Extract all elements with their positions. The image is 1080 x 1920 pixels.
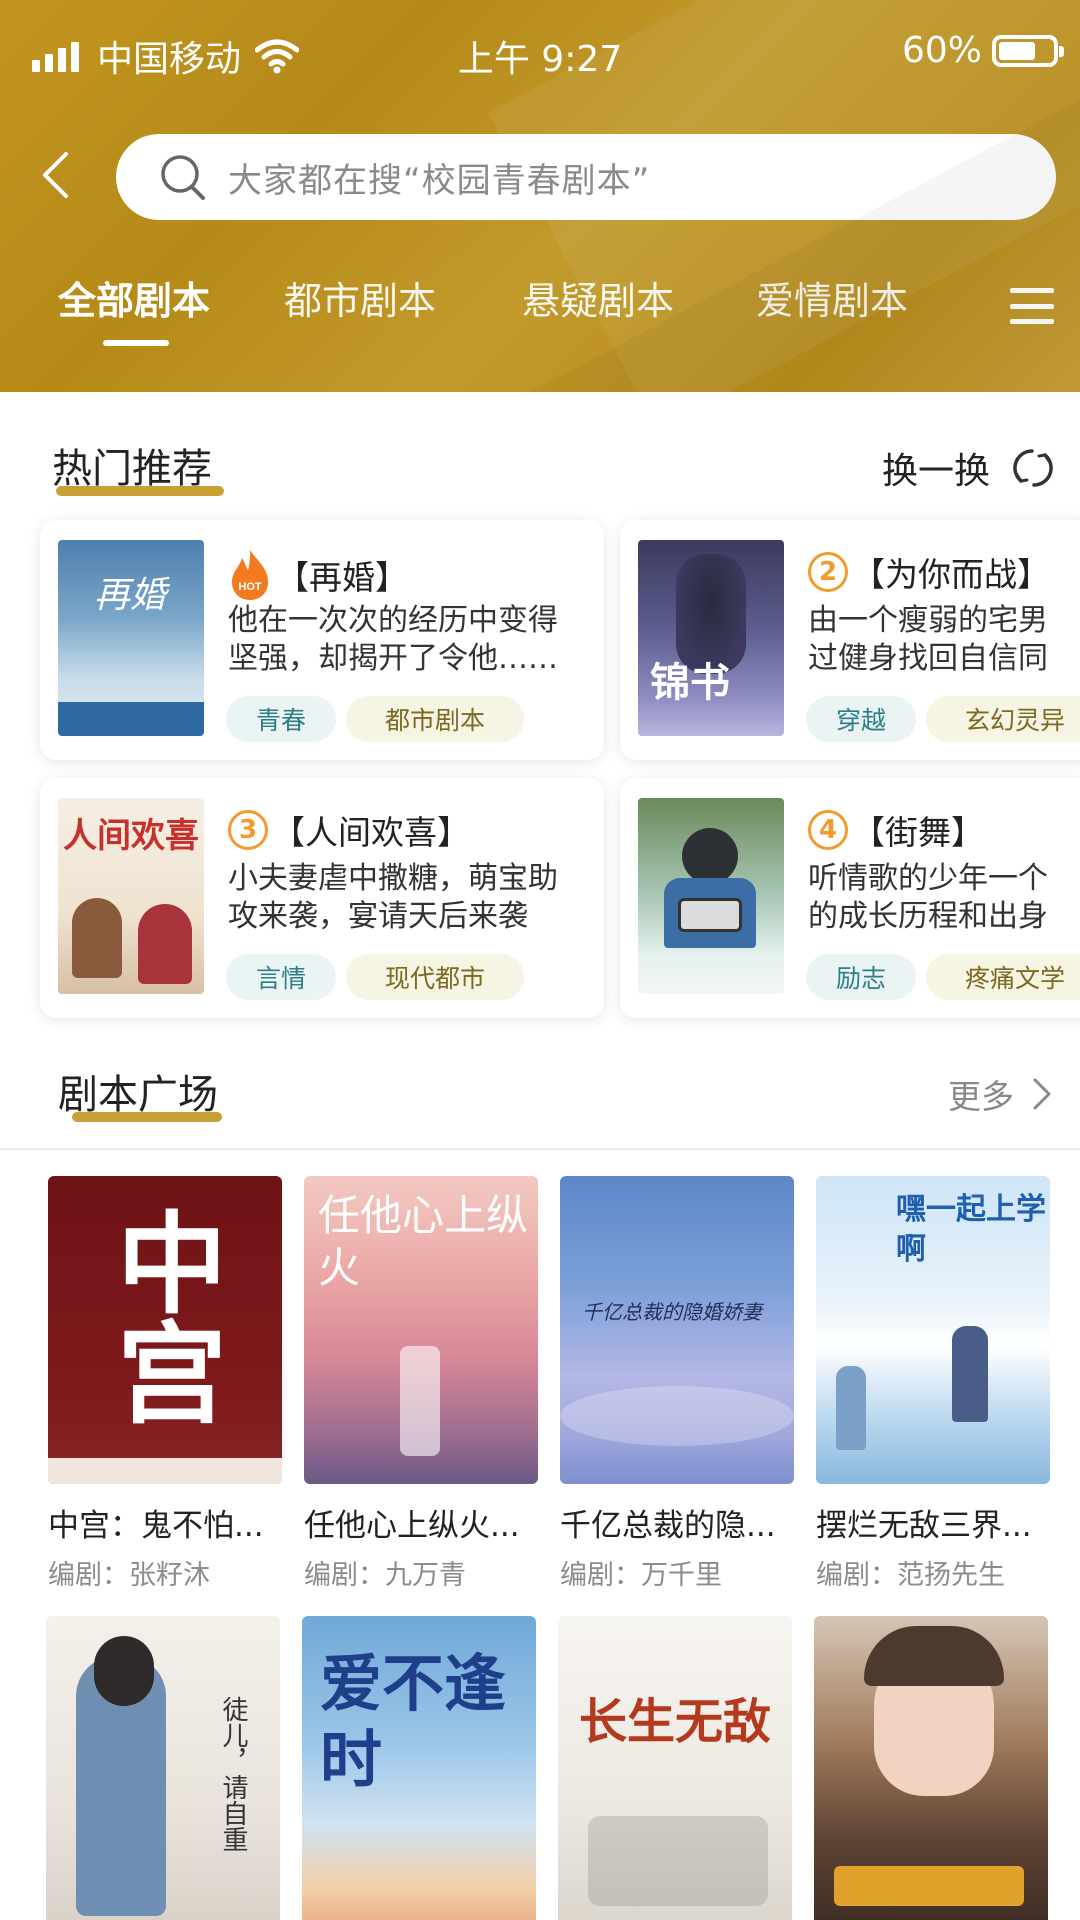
hot-fire-icon: HOT bbox=[232, 550, 268, 600]
genre-tag[interactable]: 玄幻灵异 bbox=[926, 696, 1080, 742]
book-item[interactable]: 嘿一起上学啊 摆烂无敌三界... 编剧：范扬先生 bbox=[816, 1176, 1050, 1592]
rank-badge: 2 bbox=[808, 552, 848, 592]
book-cover: 嘿一起上学啊 bbox=[816, 1176, 1050, 1484]
book-item[interactable]: 千亿总裁的隐婚娇妻 千亿总裁的隐... 编剧：万千里 bbox=[560, 1176, 794, 1592]
book-title: 任他心上纵火... bbox=[304, 1508, 520, 1544]
genre-tag[interactable]: 言情 bbox=[226, 954, 336, 1000]
book-cover: 长生无敌 bbox=[558, 1616, 792, 1920]
book-cover bbox=[638, 798, 784, 994]
tab-romance[interactable]: 爱情剧本 bbox=[756, 270, 908, 325]
status-bar: 中国移动 上午 9:27 60% bbox=[0, 0, 1080, 104]
header: 中国移动 上午 9:27 60% 大家都在搜“校园青春剧本” 全部剧本 都市剧本 bbox=[0, 0, 1080, 392]
genre-tag[interactable]: 都市剧本 bbox=[346, 696, 524, 742]
hot-desc: 由一个瘦弱的宅男⁠ 过健身找回自信同 bbox=[808, 603, 1048, 676]
battery-percent: 60% bbox=[901, 30, 982, 71]
hot-title: 【街舞】 bbox=[852, 813, 984, 852]
book-cover: 徒儿，请自重 bbox=[46, 1616, 280, 1920]
genre-tag[interactable]: 现代都市 bbox=[346, 954, 524, 1000]
section-title-plaza: 剧本广场 bbox=[58, 1062, 222, 1122]
active-tab-indicator bbox=[103, 340, 169, 346]
book-item[interactable] bbox=[814, 1616, 1048, 1920]
book-author: 编剧：万千里 bbox=[560, 1560, 722, 1591]
genre-tag[interactable]: 穿越 bbox=[806, 696, 916, 742]
book-item[interactable]: 徒儿，请自重 bbox=[46, 1616, 280, 1920]
rank-badge: 4 bbox=[808, 810, 848, 850]
book-cover: 中宫 bbox=[48, 1176, 282, 1484]
tab-all[interactable]: 全部剧本 bbox=[58, 270, 210, 325]
section-divider bbox=[0, 1148, 1080, 1150]
book-author: 编剧：九万青 bbox=[304, 1560, 466, 1591]
hot-title: 【人间欢喜】 bbox=[272, 813, 470, 852]
book-title: 千亿总裁的隐... bbox=[560, 1508, 776, 1544]
back-arrow-icon bbox=[43, 152, 68, 198]
search-icon bbox=[161, 155, 205, 200]
refresh-button[interactable]: 换一换 bbox=[882, 442, 1054, 494]
book-author: 编剧：范扬先生 bbox=[816, 1560, 1005, 1591]
book-title: 摆烂无敌三界... bbox=[816, 1508, 1032, 1544]
book-cover: 任他心上纵火 bbox=[304, 1176, 538, 1484]
book-item[interactable]: 任他心上纵火 任他心上纵火... 编剧：九万青 bbox=[304, 1176, 538, 1592]
book-cover: 千亿总裁的隐婚娇妻 bbox=[560, 1176, 794, 1484]
menu-icon bbox=[1010, 288, 1054, 293]
section-title-hot: 热门推荐 bbox=[52, 436, 224, 496]
tab-urban[interactable]: 都市剧本 bbox=[284, 270, 436, 325]
hot-desc: 听情歌的少年一个 的成长历程和出身 bbox=[808, 861, 1048, 934]
hot-desc: 小夫妻虐中撒糖，萌宝助 攻来袭，宴请天后来袭 bbox=[228, 861, 558, 934]
menu-button[interactable] bbox=[1010, 288, 1054, 324]
genre-tag[interactable]: 青春 bbox=[226, 696, 336, 742]
book-title: 中宫：鬼不怕... bbox=[48, 1508, 264, 1544]
tab-mystery[interactable]: 悬疑剧本 bbox=[522, 270, 674, 325]
refresh-label: 换一换 bbox=[881, 451, 990, 492]
genre-tag[interactable]: 励志 bbox=[806, 954, 916, 1000]
more-button[interactable]: 更多 bbox=[948, 1070, 1052, 1118]
book-cover: 人间欢喜 bbox=[58, 798, 204, 994]
book-item[interactable]: 爱不逢时 bbox=[302, 1616, 536, 1920]
hot-desc: 他在一次次的经历中变得 坚强，却揭开了令他…… bbox=[228, 603, 558, 676]
book-cover: 爱不逢时 bbox=[302, 1616, 536, 1920]
hot-title: 【再婚】 bbox=[276, 558, 408, 597]
book-author: 编剧：张籽沐 bbox=[48, 1560, 210, 1591]
refresh-icon bbox=[1013, 449, 1053, 487]
battery-icon bbox=[992, 34, 1064, 67]
book-item[interactable]: 长生无敌 bbox=[558, 1616, 792, 1920]
search-placeholder: 大家都在搜“校园青春剧本” bbox=[228, 160, 651, 201]
chevron-right-icon bbox=[1033, 1078, 1051, 1110]
hot-card[interactable]: 锦书 2 【为你而战】 由一个瘦弱的宅男⁠ 过健身找回自信同 穿越 玄幻灵异 bbox=[620, 520, 1080, 760]
back-button[interactable] bbox=[30, 140, 80, 210]
book-cover bbox=[814, 1616, 1048, 1920]
svg-text:HOT: HOT bbox=[238, 581, 262, 593]
hot-title: 【为你而战】 bbox=[852, 555, 1050, 594]
genre-tag[interactable]: 疼痛文学 bbox=[926, 954, 1080, 1000]
book-cover: 再婚 bbox=[58, 540, 204, 736]
category-tabs: 全部剧本 都市剧本 悬疑剧本 爱情剧本 bbox=[0, 270, 1080, 350]
hot-card[interactable]: 再婚 HOT 【再婚】 他在一次次的经历中变得 坚强，却揭开了令他…… 青春 都… bbox=[40, 520, 604, 760]
book-item[interactable]: 中宫 中宫：鬼不怕... 编剧：张籽沐 bbox=[48, 1176, 282, 1592]
rank-badge: 3 bbox=[228, 810, 268, 850]
hot-card[interactable]: 人间欢喜 3 【人间欢喜】 小夫妻虐中撒糖，萌宝助 攻来袭，宴请天后来袭 言情 … bbox=[40, 778, 604, 1018]
hot-card[interactable]: 4 【街舞】 听情歌的少年一个 的成长历程和出身 励志 疼痛文学 bbox=[620, 778, 1080, 1018]
book-cover: 锦书 bbox=[638, 540, 784, 736]
more-label: 更多 bbox=[948, 1077, 1014, 1116]
search-input[interactable]: 大家都在搜“校园青春剧本” bbox=[116, 134, 1056, 220]
